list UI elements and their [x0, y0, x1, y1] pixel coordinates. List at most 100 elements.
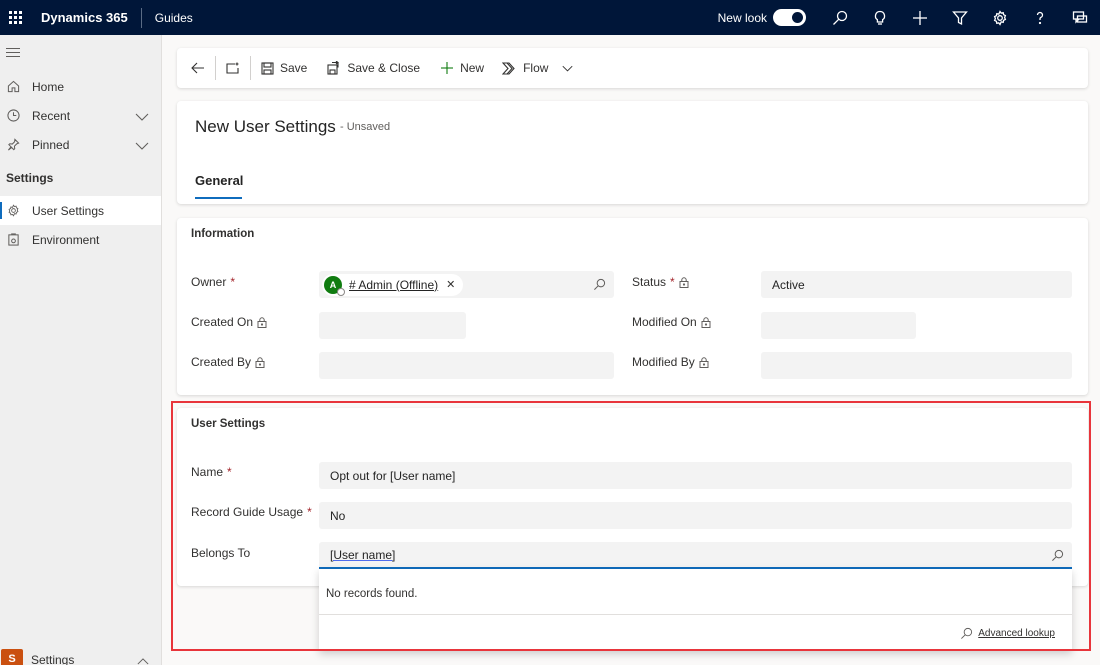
filter-button[interactable]	[940, 0, 980, 35]
save-label: Save	[280, 61, 308, 75]
form-header: New User Settings - Unsaved General	[177, 101, 1088, 204]
no-records-message: No records found.	[326, 588, 418, 600]
search-icon[interactable]	[593, 278, 606, 294]
popout-icon	[226, 62, 239, 74]
sidebar-item-environment[interactable]: Environment	[0, 225, 161, 254]
divider	[319, 614, 1072, 615]
back-button[interactable]	[177, 48, 211, 88]
sidebar-item-label: Pinned	[32, 137, 70, 152]
belongs-to-label-text: Belongs To	[191, 546, 251, 560]
flow-button[interactable]: Flow	[496, 48, 579, 88]
search-icon[interactable]	[1051, 549, 1064, 565]
tab-general[interactable]: General	[195, 173, 243, 188]
modified-on-label-text: Modified On	[632, 315, 697, 329]
status-field: Active	[761, 271, 1072, 298]
created-on-label-text: Created On	[191, 315, 254, 329]
save-icon	[261, 61, 274, 75]
tab-active-indicator	[195, 197, 242, 199]
lightbulb-icon	[874, 10, 886, 25]
advanced-lookup-link[interactable]: Advanced lookup	[960, 627, 1055, 640]
owner-lookup-field[interactable]: A # Admin (Offline) ✕	[319, 271, 614, 298]
search-icon	[961, 627, 973, 639]
divider	[140, 7, 142, 28]
waffle-icon	[8, 11, 22, 24]
divider	[250, 56, 251, 80]
app-launcher-button[interactable]	[0, 0, 30, 35]
owner-tag[interactable]: A # Admin (Offline) ✕	[322, 273, 464, 296]
presence-offline-icon	[337, 287, 345, 296]
created-on-field	[319, 312, 466, 339]
search-icon	[833, 10, 848, 25]
new-look-label: New look	[717, 10, 767, 25]
name-input[interactable]: Opt out for [User name]	[319, 462, 1072, 489]
created-by-label-text: Created By	[191, 355, 252, 369]
status-label: Status *	[632, 275, 689, 289]
filter-icon	[952, 10, 968, 25]
chevron-down-icon[interactable]	[562, 65, 573, 72]
hamburger-menu-button[interactable]	[6, 48, 20, 60]
modified-by-field	[761, 352, 1072, 379]
new-button[interactable]: New	[434, 48, 490, 88]
avatar: A	[324, 275, 345, 296]
plus-icon	[441, 62, 454, 74]
sidebar-item-pinned[interactable]: Pinned	[0, 130, 161, 159]
required-marker: *	[307, 505, 312, 519]
name-label: Name *	[191, 465, 232, 479]
settings-button[interactable]	[980, 0, 1020, 35]
new-look-toggle[interactable]	[773, 9, 806, 26]
modified-by-label-text: Modified By	[632, 355, 695, 369]
modified-by-label: Modified By	[632, 355, 709, 369]
owner-label: Owner *	[191, 275, 235, 289]
new-label: New	[460, 61, 485, 75]
belongs-to-lookup-input[interactable]: [User name]	[319, 542, 1072, 569]
lookup-results-dropdown: No records found. Advanced lookup	[319, 569, 1072, 651]
environment-icon	[6, 233, 20, 247]
feedback-button[interactable]	[1060, 0, 1100, 35]
new-record-button[interactable]	[900, 0, 940, 35]
chat-icon	[1072, 10, 1088, 24]
open-in-new-window-button[interactable]	[220, 48, 246, 88]
user-settings-section: User Settings Name * Opt out for [User n…	[177, 408, 1088, 586]
help-button[interactable]	[1020, 0, 1060, 35]
search-button[interactable]	[820, 0, 860, 35]
brand-title[interactable]: Dynamics 365	[41, 10, 128, 25]
sidebar-item-home[interactable]: Home	[0, 72, 161, 101]
plus-icon	[913, 10, 927, 25]
divider	[215, 56, 216, 80]
area-label: Settings	[31, 653, 75, 665]
flow-label: Flow	[523, 61, 549, 75]
flow-icon	[502, 61, 515, 75]
information-section: Information Owner * A # Admin (Offline) …	[177, 218, 1088, 395]
command-bar: Save Save & Close New Flow	[177, 48, 1088, 88]
app-name[interactable]: Guides	[155, 11, 193, 25]
lock-icon	[255, 356, 265, 368]
clock-icon	[6, 109, 20, 123]
sidebar-item-user-settings[interactable]: User Settings	[0, 196, 161, 225]
gear-icon	[6, 204, 20, 218]
remove-owner-icon[interactable]: ✕	[446, 278, 455, 291]
save-status: - Unsaved	[340, 121, 391, 133]
area-switcher[interactable]: S Settings	[0, 649, 161, 665]
lock-icon	[257, 316, 267, 328]
lock-icon	[679, 276, 689, 288]
sidebar-item-recent[interactable]: Recent	[0, 101, 161, 130]
avatar-initial: A	[329, 279, 337, 290]
section-title: User Settings	[191, 418, 266, 430]
record-guide-usage-select[interactable]: No	[319, 502, 1072, 529]
lock-icon	[699, 356, 709, 368]
chevron-up-icon	[137, 654, 149, 665]
save-button[interactable]: Save	[255, 48, 313, 88]
name-label-text: Name	[191, 465, 224, 479]
status-label-text: Status	[632, 275, 667, 289]
save-and-close-label: Save & Close	[347, 61, 421, 75]
assist-button[interactable]	[860, 0, 900, 35]
modified-on-field	[761, 312, 916, 339]
chevron-down-icon[interactable]	[135, 110, 149, 124]
save-and-close-button[interactable]: Save & Close	[321, 48, 426, 88]
sidebar-item-label: Environment	[32, 232, 100, 247]
home-icon	[6, 80, 20, 94]
chevron-down-icon[interactable]	[135, 139, 149, 153]
created-on-label: Created On	[191, 315, 267, 329]
sidebar: Home Recent Pinned Settings User Setting…	[0, 35, 162, 665]
owner-link[interactable]: # Admin (Offline)	[349, 278, 438, 292]
